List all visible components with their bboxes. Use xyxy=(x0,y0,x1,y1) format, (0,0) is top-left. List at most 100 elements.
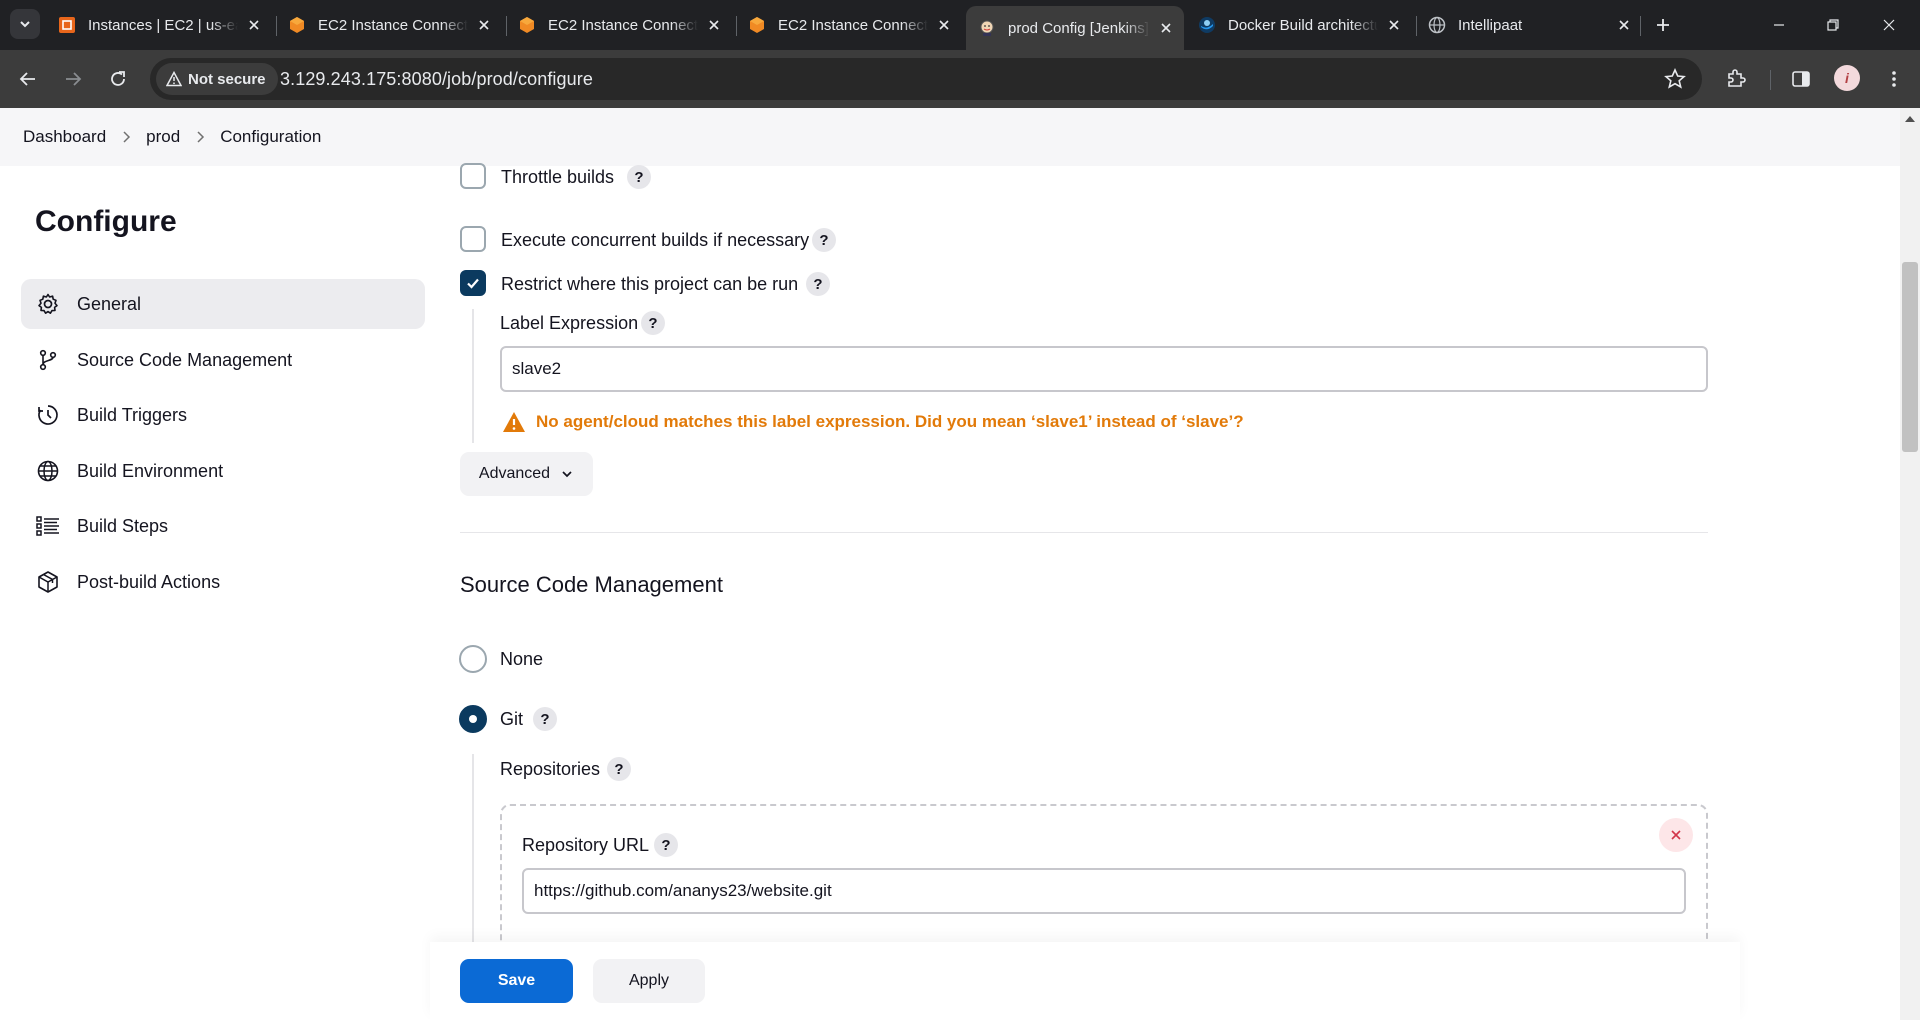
repositories-label: Repositories xyxy=(500,759,601,779)
throttle-builds-checkbox[interactable] xyxy=(460,163,486,189)
close-icon[interactable] xyxy=(934,15,954,35)
side-panel-button[interactable] xyxy=(1787,65,1815,93)
security-label: Not secure xyxy=(188,70,266,88)
close-icon xyxy=(1671,830,1681,840)
throttle-builds-label: Throttle builds xyxy=(501,167,615,187)
scm-none-label: None xyxy=(500,649,544,669)
aws-icon xyxy=(288,16,306,34)
browser-tab[interactable]: EC2 Instance Connect xyxy=(518,8,724,42)
minimize-button[interactable] xyxy=(1756,8,1802,42)
tab-title: EC2 Instance Connect xyxy=(778,16,928,34)
gear-icon xyxy=(35,291,61,317)
plus-icon xyxy=(1657,19,1669,31)
help-icon[interactable]: ? xyxy=(641,311,665,335)
new-tab-button[interactable] xyxy=(1650,12,1676,38)
sidebar-item-general[interactable]: General xyxy=(21,279,425,329)
browser-tab[interactable]: EC2 Instance Connect xyxy=(288,8,494,42)
save-button[interactable]: Save xyxy=(460,959,573,1003)
tab-title: Instances | EC2 | us-east-1 xyxy=(88,16,238,34)
breadcrumb-dashboard[interactable]: Dashboard xyxy=(23,123,106,151)
scm-git-radio[interactable] xyxy=(459,705,487,733)
close-icon[interactable] xyxy=(1614,15,1634,35)
sidebar-item-label: Build Steps xyxy=(77,515,169,536)
sidebar-item-build-triggers[interactable]: Build Triggers xyxy=(21,390,425,440)
label-expression-input[interactable] xyxy=(500,346,1708,392)
close-window-button[interactable] xyxy=(1866,8,1912,42)
scm-none-radio[interactable] xyxy=(459,645,487,673)
browser-tab[interactable]: Intellipaat xyxy=(1428,8,1634,42)
repository-url-input[interactable] xyxy=(522,868,1686,914)
browser-toolbar: Not secure 3.129.243.175:8080/job/prod/c… xyxy=(0,50,1920,108)
browser-menu-button[interactable] xyxy=(1880,65,1908,93)
scroll-up-arrow[interactable] xyxy=(1905,116,1915,122)
apply-button[interactable]: Apply xyxy=(593,959,705,1003)
aws-ec2-icon xyxy=(58,16,76,34)
close-icon[interactable] xyxy=(244,15,264,35)
restore-button[interactable] xyxy=(1810,8,1856,42)
advanced-label: Advanced xyxy=(478,465,551,482)
concurrent-builds-checkbox[interactable] xyxy=(460,226,486,252)
help-icon[interactable]: ? xyxy=(607,757,631,781)
sidebar-item-post-build-actions[interactable]: Post-build Actions xyxy=(21,557,425,607)
breadcrumb-prod[interactable]: prod xyxy=(146,123,180,151)
section-divider xyxy=(460,532,1708,533)
close-icon[interactable] xyxy=(1156,18,1176,38)
help-icon[interactable]: ? xyxy=(533,707,557,731)
help-icon[interactable]: ? xyxy=(654,833,678,857)
forward-button[interactable] xyxy=(58,64,88,94)
restrict-project-checkbox[interactable] xyxy=(460,270,486,296)
scrollbar[interactable] xyxy=(1900,108,1920,1020)
warning-text: No agent/cloud matches this label expres… xyxy=(536,412,1244,431)
close-icon[interactable] xyxy=(474,15,494,35)
branch-icon xyxy=(35,347,61,373)
address-bar[interactable]: Not secure 3.129.243.175:8080/job/prod/c… xyxy=(150,58,1702,100)
more-vertical-icon xyxy=(1892,71,1896,87)
sidebar-item-build-steps[interactable]: Build Steps xyxy=(21,501,425,551)
warning-icon xyxy=(166,71,182,87)
jenkins-page: Dashboard prod Configuration Configure G… xyxy=(0,108,1920,1020)
puzzle-icon xyxy=(1728,69,1746,87)
url-text[interactable]: 3.129.243.175:8080/job/prod/configure xyxy=(280,69,593,90)
chevron-down-icon xyxy=(20,21,30,28)
security-chip[interactable]: Not secure xyxy=(156,63,278,95)
browser-tab[interactable]: Instances | EC2 | us-east-1 xyxy=(58,8,264,42)
list-icon xyxy=(35,513,61,539)
sidebar-item-build-environment[interactable]: Build Environment xyxy=(21,446,425,496)
advanced-button[interactable]: Advanced xyxy=(460,452,593,496)
help-icon[interactable]: ? xyxy=(627,165,651,189)
back-button[interactable] xyxy=(13,64,43,94)
restore-icon xyxy=(1827,19,1839,31)
scrollbar-thumb[interactable] xyxy=(1902,262,1918,452)
docker-icon xyxy=(1198,16,1216,34)
reload-button[interactable] xyxy=(103,64,133,94)
sidebar-item-label: Post-build Actions xyxy=(77,571,221,592)
help-icon[interactable]: ? xyxy=(812,228,836,252)
tab-title: prod Config [Jenkins] xyxy=(1008,19,1149,37)
concurrent-builds-label: Execute concurrent builds if necessary xyxy=(501,230,810,250)
checkmark-icon xyxy=(467,278,479,289)
sidebar-item-source-code-management[interactable]: Source Code Management xyxy=(21,335,425,385)
breadcrumb-configuration[interactable]: Configuration xyxy=(220,123,321,151)
jenkins-icon xyxy=(978,19,996,37)
repository-url-label: Repository URL xyxy=(522,835,650,855)
help-icon[interactable]: ? xyxy=(806,272,830,296)
close-icon[interactable] xyxy=(1384,15,1404,35)
browser-tab[interactable]: EC2 Instance Connect xyxy=(748,8,954,42)
label-expression-label: Label Expression xyxy=(500,313,639,333)
breadcrumb: Dashboard prod Configuration xyxy=(0,108,1900,166)
delete-repository-button[interactable] xyxy=(1659,818,1693,852)
sidebar-title: Configure xyxy=(35,205,177,238)
tab-search-button[interactable] xyxy=(10,9,40,39)
star-icon[interactable] xyxy=(1664,68,1686,90)
browser-tab-active[interactable]: prod Config [Jenkins] xyxy=(966,6,1184,50)
tab-title: EC2 Instance Connect xyxy=(548,16,698,34)
chevron-right-icon xyxy=(180,130,220,144)
profile-avatar[interactable]: i xyxy=(1834,65,1860,91)
browser-tab[interactable]: Docker Build architecture xyxy=(1198,8,1404,42)
close-icon xyxy=(1883,19,1895,31)
browser-tab-bar: Instances | EC2 | us-east-1 EC2 Instance… xyxy=(0,0,1920,50)
extensions-button[interactable] xyxy=(1722,65,1750,93)
close-icon[interactable] xyxy=(704,15,724,35)
arrow-left-icon xyxy=(19,72,35,86)
package-icon xyxy=(35,569,61,595)
